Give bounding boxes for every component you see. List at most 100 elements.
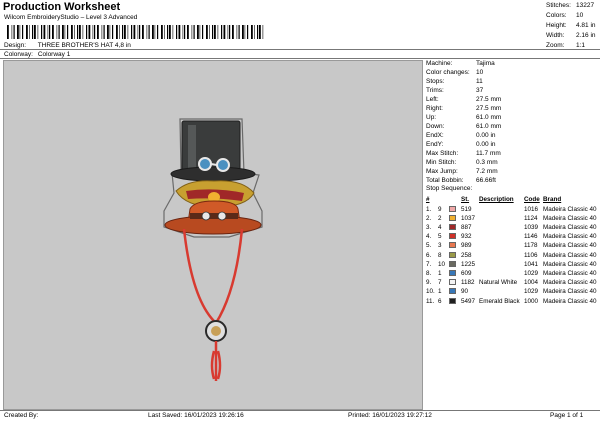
- stop-code: 1041: [524, 260, 539, 268]
- barcode-bar: [232, 25, 234, 39]
- col-brand: Brand: [543, 196, 562, 204]
- spec-machine: Machine: Tajima: [426, 60, 495, 68]
- barcode-bar: [178, 25, 181, 39]
- stop-code: 1039: [524, 224, 539, 231]
- barcode-bar: [116, 25, 118, 39]
- color-swatch: [449, 233, 456, 240]
- barcode-bar: [17, 25, 19, 39]
- stop-row: 1. 9 519 1016 Madeira Classic 40: [426, 205, 598, 214]
- barcode-bar: [146, 25, 148, 39]
- barcode-bar: [26, 25, 28, 39]
- stop-row: 5. 3 989 1178 Madeira Classic 40: [426, 242, 598, 251]
- barcode-bar: [191, 25, 193, 39]
- goggle-strap: [210, 163, 218, 166]
- barcode-bar: [206, 25, 208, 39]
- stop-needle: 2: [438, 214, 442, 222]
- color-swatch: [449, 260, 456, 267]
- stop-stitches: 989: [461, 242, 472, 250]
- barcode-bar: [49, 25, 51, 39]
- stop-row: 2. 2 1037 1124 Madeira Classic 40: [426, 214, 598, 223]
- barcode-bar: [58, 25, 60, 39]
- stop-description: Emerald Black: [479, 297, 520, 305]
- design-value: THREE BROTHER'S HAT 4,8 in: [37, 42, 131, 49]
- barcode-bar: [229, 25, 231, 39]
- barcode-bar: [29, 25, 30, 39]
- stop-row: 9. 7 1182 Natural White 1004 Madeira Classic …: [426, 279, 598, 288]
- stop-brand: Madeira Classic 40: [543, 269, 597, 277]
- stop-needle: 8: [438, 251, 442, 259]
- stop-index: 11.: [426, 297, 435, 305]
- design-preview: [3, 60, 423, 410]
- stop-row: 8. 1 609 1029 Madeira Classic 40: [426, 269, 598, 279]
- barcode-bar: [262, 25, 264, 39]
- barcode-bar: [244, 25, 246, 39]
- stop-stitches: 1182: [461, 279, 475, 287]
- barcode-bar: [172, 25, 174, 39]
- badge-right: [217, 211, 227, 221]
- stop-needle: 1: [438, 288, 442, 296]
- badge-left: [201, 211, 211, 221]
- barcode-bar: [157, 25, 159, 39]
- col-description: Description: [479, 196, 514, 204]
- barcode-bar: [124, 25, 126, 39]
- barcode-bar: [182, 25, 184, 39]
- color-swatch: [449, 205, 456, 212]
- barcode-bar: [223, 25, 226, 39]
- stop-code: 1016: [524, 205, 539, 213]
- col-hash: #: [426, 196, 430, 204]
- stop-brand: Madeira Classic 40: [543, 224, 597, 231]
- barcode-bar: [184, 25, 186, 39]
- worksheet-title: Production Worksheet: [3, 1, 121, 13]
- barcode-bar: [37, 25, 39, 39]
- stat-zoom: Zoom: 1:1: [546, 42, 586, 49]
- header-divider-2: [0, 58, 600, 59]
- goggle-left: [198, 157, 212, 171]
- stop-index: 7.: [426, 260, 432, 268]
- color-swatch: [449, 242, 456, 249]
- colorway-value: Colorway 1: [37, 51, 71, 58]
- stop-brand: Madeira Classic 40: [543, 279, 597, 287]
- barcode-bar: [242, 25, 244, 39]
- barcode-bar: [7, 25, 9, 39]
- stop-row: 3. 4 887 1039 Madeira Classic 40: [426, 224, 598, 233]
- stop-brand: Madeira Classic 40: [543, 260, 597, 268]
- barcode-bar: [62, 25, 64, 39]
- stop-needle: 3: [438, 242, 442, 250]
- stop-code: 1004: [524, 279, 539, 287]
- stop-code: 1029: [524, 269, 539, 277]
- stop-row: 6. 8 258 1106 Madeira Classic 40: [426, 251, 598, 260]
- hat-crown-highlight: [188, 125, 196, 169]
- barcode-bar: [199, 25, 201, 39]
- header-divider-1: [0, 49, 600, 50]
- spec-color-changes: Color changes: 10: [426, 69, 484, 77]
- printed-date: Printed: 16/01/2023 19:27:12: [348, 412, 432, 419]
- barcode-bar: [88, 25, 91, 39]
- stop-description: Natural White: [479, 279, 518, 287]
- stop-stitches: 932: [461, 233, 472, 241]
- stop-index: 4.: [426, 233, 432, 241]
- barcode-bar: [43, 25, 46, 39]
- stop-index: 6.: [426, 251, 432, 259]
- barcode-bar: [11, 25, 13, 39]
- stop-needle: 10: [438, 260, 446, 268]
- stop-sequence-table: # St. Description Code Brand 1. 9 519 1016 M…: [426, 196, 598, 306]
- stop-stitches: 609: [461, 269, 472, 277]
- col-stitches: St.: [461, 196, 470, 204]
- stop-row: 4. 5 932 1146 Madeira Classic 40: [426, 233, 598, 242]
- barcode-bar: [202, 25, 204, 39]
- spec-max-stitch: Max Stitch: 11.7 mm: [426, 150, 501, 158]
- barcode-bar: [71, 25, 73, 39]
- spec-up: Up: 61.0 mm: [426, 114, 502, 122]
- barcode: [7, 25, 264, 39]
- barcode-bar: [169, 25, 171, 39]
- barcode-bar: [152, 25, 154, 39]
- spec-down: Down: 61.0 mm: [426, 123, 502, 131]
- spec-max-jump: Max Jump: 7.2 mm: [426, 168, 498, 176]
- spec-endx: EndX: 0.00 in: [426, 132, 496, 140]
- barcode-bar: [227, 25, 229, 39]
- barcode-bar: [214, 25, 216, 39]
- barcode-bar: [137, 25, 139, 39]
- barcode-bar: [148, 25, 150, 39]
- barcode-bar: [236, 25, 238, 39]
- barcode-bar: [164, 25, 165, 39]
